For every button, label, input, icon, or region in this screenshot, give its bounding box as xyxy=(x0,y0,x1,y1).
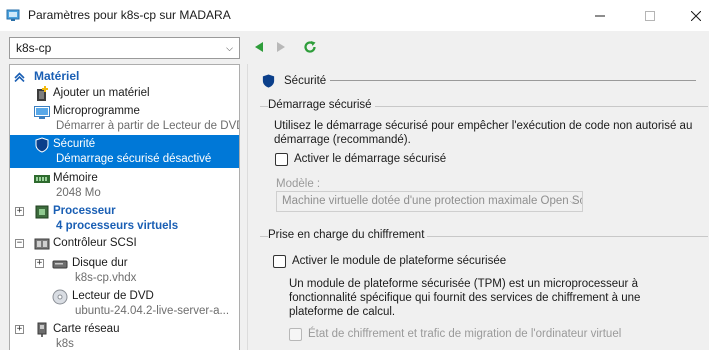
section-divider xyxy=(330,80,696,81)
vm-selector-dropdown[interactable]: k8s-cp ⌵ xyxy=(9,37,240,59)
sidebar-item-label: Mémoire xyxy=(53,172,98,184)
tpm-checkbox[interactable] xyxy=(273,255,286,268)
sidebar-item-memory[interactable]: Mémoire 2048 Mo xyxy=(10,169,239,201)
sidebar-item-sublabel: ubuntu-24.04.2-live-server-a... xyxy=(75,305,230,317)
expand-icon[interactable]: + xyxy=(15,207,24,216)
sidebar-item-security[interactable]: Sécurité Démarrage sécurisé désactivé xyxy=(10,135,239,168)
hard-disk-icon xyxy=(52,260,68,269)
secure-boot-checkbox[interactable] xyxy=(275,153,288,166)
dvd-drive-icon xyxy=(52,289,68,305)
scsi-controller-icon xyxy=(34,238,50,250)
sidebar-item-sublabel: k8s-cp.vhdx xyxy=(75,272,137,284)
window-title: Paramètres pour k8s-cp sur MADARA xyxy=(28,8,231,22)
group-title: Démarrage sécurisé xyxy=(268,99,375,111)
sidebar-item-scsi-controller[interactable]: − Contrôleur SCSI xyxy=(10,235,239,253)
forward-arrow-icon xyxy=(277,42,285,52)
migration-encryption-checkbox[interactable] xyxy=(289,328,302,341)
add-hardware-icon xyxy=(37,86,48,101)
maximize-button[interactable] xyxy=(627,0,673,31)
sidebar-item-label: Ajouter un matériel xyxy=(53,87,150,99)
tpm-description: Un module de plateforme sécurisée (TPM) … xyxy=(289,278,641,318)
secure-boot-group: Démarrage sécurisé Utilisez le démarrage… xyxy=(260,99,708,214)
tpm-checkbox-label[interactable]: Activer le module de plateforme sécurisé… xyxy=(292,254,506,268)
vm-selector-value: k8s-cp xyxy=(16,41,52,55)
chevron-down-icon: ⌵ xyxy=(569,197,576,206)
collapse-chevron-icon[interactable] xyxy=(14,71,25,82)
maximize-icon xyxy=(645,10,655,21)
sidebar-item-sublabel: k8s xyxy=(56,338,74,350)
sidebar-item-label: Carte réseau xyxy=(53,323,120,335)
minimize-button[interactable] xyxy=(577,0,623,31)
template-dropdown[interactable]: Machine virtuelle dotée d'une protection… xyxy=(276,191,583,212)
sidebar-item-sublabel: 2048 Mo xyxy=(56,187,101,199)
category-header-hardware[interactable]: Matériel xyxy=(10,68,239,84)
secure-boot-checkbox-label[interactable]: Activer le démarrage sécurisé xyxy=(294,152,446,166)
sidebar-item-label: Disque dur xyxy=(72,257,128,269)
category-label: Matériel xyxy=(34,69,80,83)
encryption-group: Prise en charge du chiffrement Activer l… xyxy=(260,229,708,350)
sidebar-item-label: Sécurité xyxy=(53,138,96,150)
shield-icon xyxy=(262,74,275,88)
expand-icon[interactable]: + xyxy=(15,325,24,334)
chevron-down-icon: ⌵ xyxy=(226,42,233,53)
section-header: Sécurité xyxy=(261,73,326,89)
template-label: Modèle : xyxy=(276,178,321,190)
memory-icon xyxy=(34,175,50,183)
close-button[interactable] xyxy=(673,0,709,31)
hardware-tree[interactable]: Matériel Ajouter un matériel Microprogra… xyxy=(9,64,240,350)
close-icon xyxy=(691,10,701,21)
back-button[interactable] xyxy=(251,39,267,55)
sidebar-item-network-adapter[interactable]: + Carte réseau k8s xyxy=(10,320,239,350)
migration-encryption-checkbox-label[interactable]: État de chiffrement et trafic de migrati… xyxy=(308,327,621,341)
settings-content-pane: Sécurité Démarrage sécurisé Utilisez le … xyxy=(247,64,709,350)
sidebar-item-sublabel: Démarrage sécurisé désactivé xyxy=(56,153,212,165)
secure-boot-description: Utilisez le démarrage sécurisé pour empê… xyxy=(274,120,693,146)
shield-icon xyxy=(35,137,49,153)
group-title: Prise en charge du chiffrement xyxy=(268,229,428,241)
refresh-icon xyxy=(304,41,316,53)
collapse-icon[interactable]: − xyxy=(15,239,24,248)
title-bar: Paramètres pour k8s-cp sur MADARA xyxy=(0,0,709,31)
refresh-button[interactable] xyxy=(302,39,318,55)
processor-icon xyxy=(35,205,49,219)
hyperv-settings-icon xyxy=(6,9,20,21)
network-adapter-icon xyxy=(37,322,47,337)
sidebar-item-firmware[interactable]: Microprogramme Démarrer à partir de Lect… xyxy=(10,103,239,135)
firmware-icon xyxy=(34,106,50,119)
sidebar-item-label: Lecteur de DVD xyxy=(72,290,154,302)
sidebar-item-dvd-drive[interactable]: Lecteur de DVD ubuntu-24.04.2-live-serve… xyxy=(10,287,239,319)
template-dropdown-value: Machine virtuelle dotée d'une protection… xyxy=(282,195,583,207)
sidebar-item-label: Microprogramme xyxy=(53,105,140,117)
sidebar-item-processor[interactable]: + Processeur 4 processeurs virtuels xyxy=(10,202,239,234)
sidebar-item-sublabel: 4 processeurs virtuels xyxy=(56,220,179,232)
section-title: Sécurité xyxy=(284,75,327,87)
back-arrow-icon xyxy=(255,42,263,52)
sidebar-item-hard-disk[interactable]: + Disque dur k8s-cp.vhdx xyxy=(10,254,239,286)
sidebar-item-label: Processeur xyxy=(53,205,116,217)
forward-button[interactable] xyxy=(273,39,289,55)
minimize-icon xyxy=(595,15,605,16)
expand-icon[interactable]: + xyxy=(35,259,44,268)
sidebar-item-add-hardware[interactable]: Ajouter un matériel xyxy=(10,85,239,102)
sidebar-item-sublabel: Démarrer à partir de Lecteur de DVD xyxy=(56,120,240,132)
sidebar-item-label: Contrôleur SCSI xyxy=(53,237,137,249)
